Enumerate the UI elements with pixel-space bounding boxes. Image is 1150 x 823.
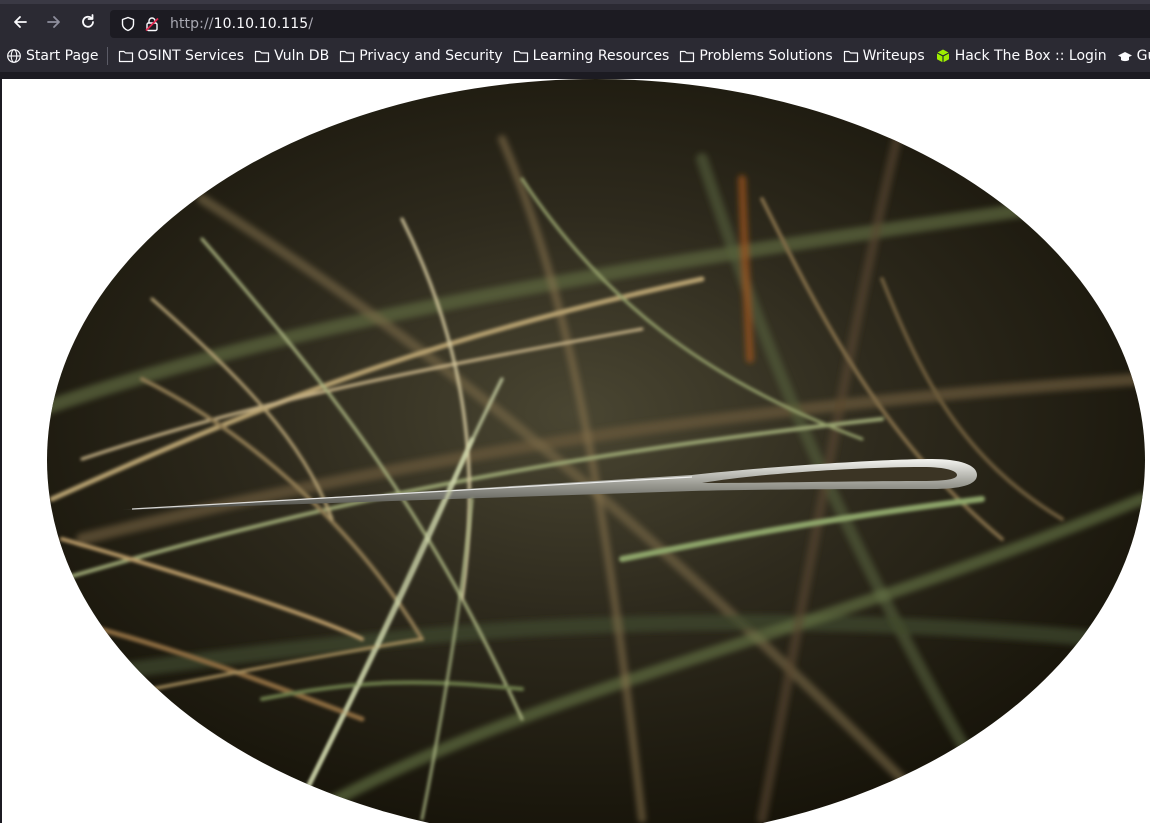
bookmark-hack-the-box-login[interactable]: Hack The Box :: Login (929, 43, 1111, 69)
bookmarks-toolbar: Start Page OSINT Services Vuln DB Privac… (0, 40, 1150, 72)
toolbar-bottom-edge (0, 72, 1150, 79)
forward-arrow-icon (47, 16, 60, 28)
bookmark-folder-problems-solutions[interactable]: Problems Solutions (673, 43, 836, 69)
bookmark-label: Hack The Box :: Login (954, 48, 1107, 64)
reload-button[interactable] (74, 8, 102, 36)
needle-in-haystack-image (47, 79, 1145, 823)
bookmark-guia[interactable]: Guía C (1111, 43, 1150, 69)
bookmark-start-page[interactable]: Start Page (0, 43, 103, 69)
bookmark-label: Start Page (26, 48, 99, 64)
insecure-lock-icon[interactable] (142, 14, 162, 34)
bookmark-label: Writeups (862, 48, 925, 64)
back-button[interactable] (6, 8, 34, 36)
url-path: / (308, 16, 314, 32)
bookmark-label: Privacy and Security (359, 48, 503, 64)
url-protocol: http:// (170, 16, 214, 32)
folder-icon (680, 50, 695, 63)
reload-icon (82, 14, 94, 28)
bookmark-folder-vuln-db[interactable]: Vuln DB (248, 43, 333, 69)
bookmark-label: Guía C (1136, 48, 1150, 64)
bookmark-folder-learning-resources[interactable]: Learning Resources (507, 43, 674, 69)
back-arrow-icon (14, 16, 27, 28)
bookmark-folder-privacy-and-security[interactable]: Privacy and Security (333, 43, 506, 69)
bookmark-label: Problems Solutions (699, 48, 833, 64)
bookmark-folder-writeups[interactable]: Writeups (837, 43, 929, 69)
url-host: 10.10.10.115 (213, 16, 309, 32)
bookmark-label: Vuln DB (274, 48, 330, 64)
folder-icon (340, 50, 355, 63)
folder-icon (513, 50, 528, 63)
bookmark-separator (106, 47, 108, 65)
tracking-protection-shield-icon[interactable] (118, 14, 138, 34)
folder-icon (254, 50, 270, 63)
folder-icon (118, 50, 133, 63)
page-content (2, 79, 1150, 823)
bookmark-label: Learning Resources (532, 48, 670, 64)
bookmark-folder-osint-services[interactable]: OSINT Services (112, 43, 249, 69)
folder-icon (843, 50, 858, 63)
forward-button[interactable] (40, 8, 68, 36)
url-text[interactable]: http://10.10.10.115/ (170, 16, 313, 32)
graduation-cap-icon (1117, 52, 1132, 62)
navigation-toolbar: http://10.10.10.115/ (0, 4, 1150, 40)
bookmark-label: OSINT Services (137, 48, 245, 64)
globe-icon (7, 49, 21, 63)
address-bar[interactable]: http://10.10.10.115/ (110, 10, 1150, 38)
htb-cube-icon (936, 49, 949, 63)
